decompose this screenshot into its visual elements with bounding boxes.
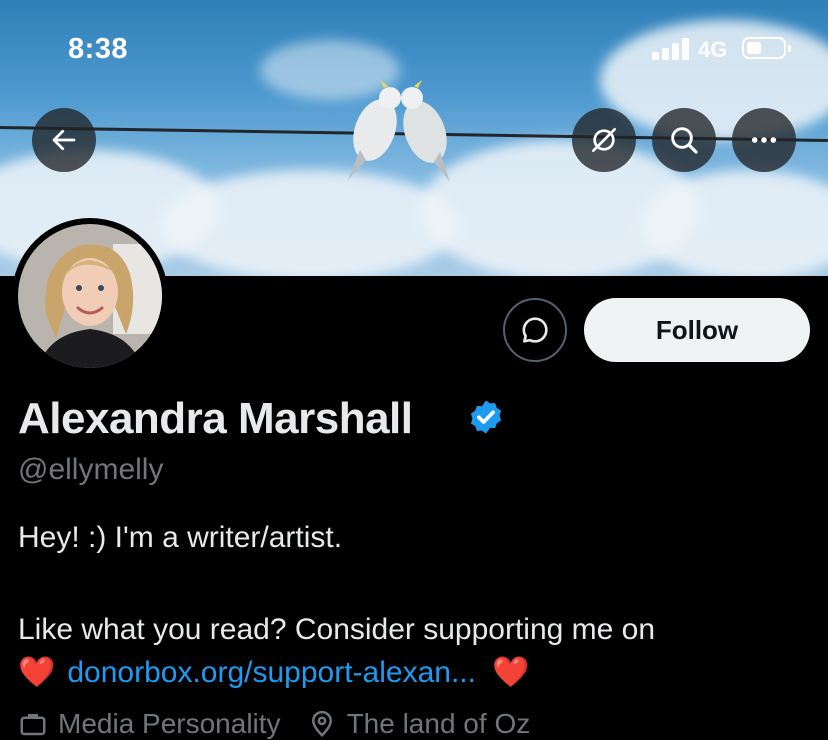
arrow-left-icon bbox=[52, 129, 76, 151]
profile-name: Alexandra Marshall bbox=[18, 394, 413, 443]
hide-button[interactable] bbox=[572, 108, 636, 172]
avatar-photo bbox=[18, 224, 162, 368]
heart-emoji: ❤️ bbox=[18, 656, 56, 689]
message-button[interactable] bbox=[503, 298, 567, 362]
more-icon bbox=[751, 137, 777, 143]
bio-line-2: Like what you read? Consider supporting … bbox=[18, 613, 656, 646]
hide-icon bbox=[592, 128, 616, 152]
message-icon bbox=[522, 317, 548, 343]
briefcase-icon bbox=[20, 714, 46, 736]
back-button[interactable] bbox=[32, 108, 96, 172]
status-time: 8:38 bbox=[68, 33, 129, 65]
battery-icon bbox=[742, 37, 791, 59]
search-icon bbox=[671, 127, 698, 154]
search-button[interactable] bbox=[652, 108, 716, 172]
network-type: 4G bbox=[698, 37, 728, 62]
bio-line-3: ❤️ donorbox.org/support-alexan... ❤️ bbox=[18, 655, 529, 690]
follow-button[interactable]: Follow bbox=[584, 298, 810, 362]
signal-icon bbox=[652, 38, 689, 60]
profile-location: The land of Oz bbox=[346, 708, 531, 739]
donation-link[interactable]: donorbox.org/support-alexan... bbox=[67, 656, 476, 690]
more-button[interactable] bbox=[732, 108, 796, 172]
battery-level bbox=[747, 42, 761, 54]
verified-badge-icon[interactable] bbox=[467, 398, 505, 436]
profile-category: Media Personality bbox=[58, 708, 281, 739]
heart-emoji: ❤️ bbox=[491, 656, 530, 689]
profile-meta-row: Media Personality The land of Oz bbox=[18, 708, 530, 740]
bio-line-1: Hey! :) I'm a writer/artist. bbox=[18, 521, 343, 554]
location-icon bbox=[311, 710, 332, 737]
avatar[interactable] bbox=[12, 218, 168, 374]
status-bar: 8:38 4G bbox=[0, 0, 828, 100]
profile-handle: @ellymelly bbox=[18, 453, 164, 486]
